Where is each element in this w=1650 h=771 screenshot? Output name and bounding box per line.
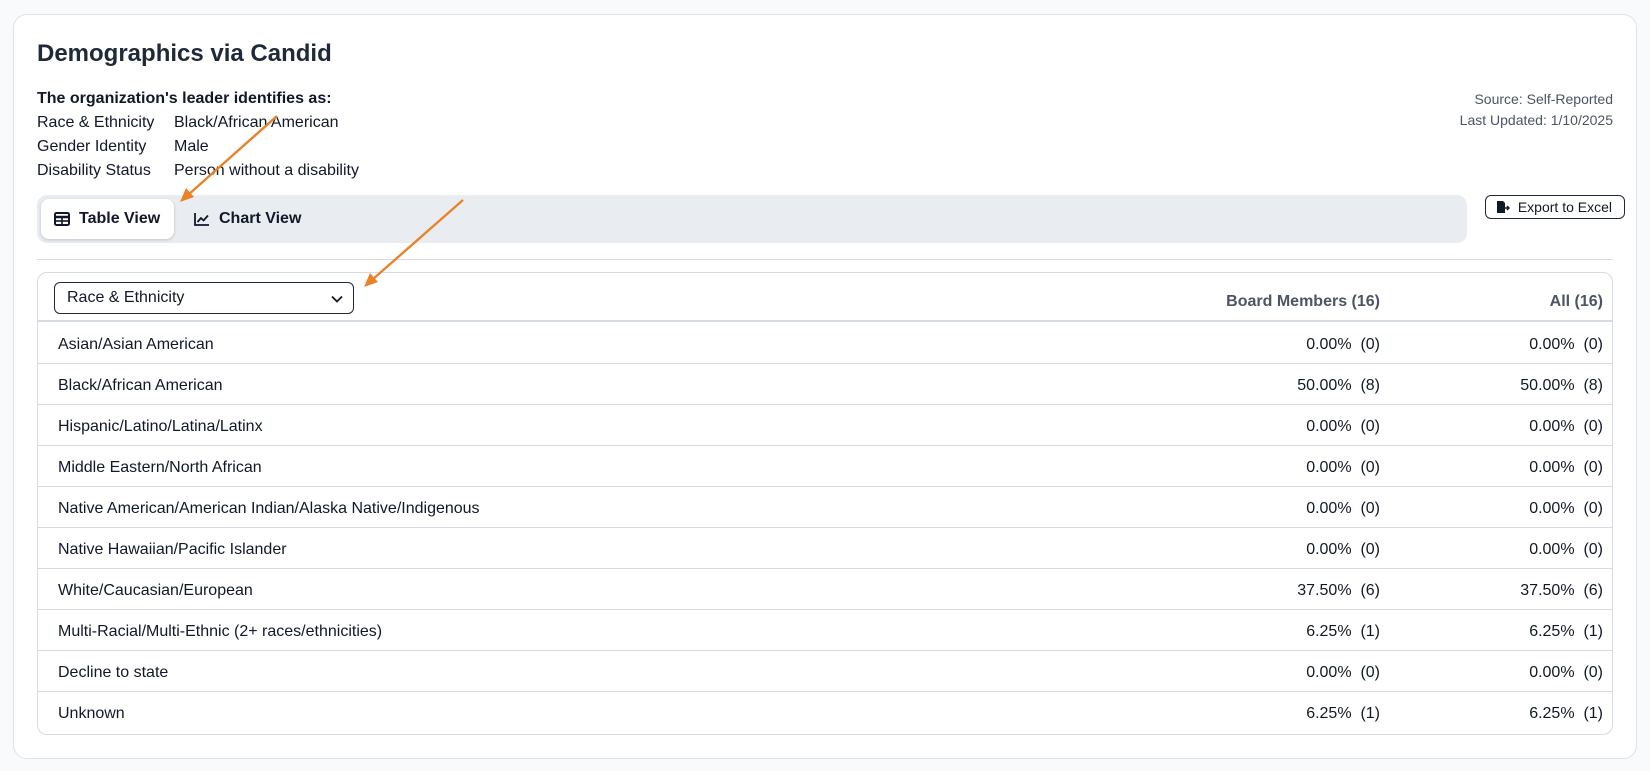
leader-heading: The organization's leader identifies as:: [37, 90, 332, 107]
tab-chart-view[interactable]: Chart View: [181, 199, 314, 239]
all-value: 0.00% (0): [1529, 459, 1603, 476]
all-value: 0.00% (0): [1529, 541, 1603, 558]
table-body: Asian/Asian American 0.00% (0) 0.00% (0)…: [38, 323, 1612, 733]
table-icon: [54, 212, 70, 226]
row-label: Asian/Asian American: [58, 336, 214, 353]
leader-disability-label: Disability Status: [37, 162, 151, 179]
all-value: 6.25% (1): [1529, 623, 1603, 640]
table-row: Hispanic/Latino/Latina/Latinx 0.00% (0) …: [38, 405, 1612, 446]
tab-chart-label: Chart View: [219, 210, 302, 227]
leader-race-label: Race & Ethnicity: [37, 114, 155, 131]
file-export-icon: [1496, 201, 1510, 213]
table-row: Native Hawaiian/Pacific Islander 0.00% (…: [38, 528, 1612, 569]
all-value: 0.00% (0): [1529, 664, 1603, 681]
leader-disability-value: Person without a disability: [174, 162, 359, 179]
board-members-value: 0.00% (0): [1306, 541, 1380, 558]
export-label: Export to Excel: [1517, 199, 1612, 215]
table-row: Unknown 6.25% (1) 6.25% (1): [38, 692, 1612, 733]
table-row: White/Caucasian/European 37.50% (6) 37.5…: [38, 569, 1612, 610]
all-value: 50.00% (8): [1520, 377, 1603, 394]
board-members-value: 50.00% (8): [1297, 377, 1380, 394]
export-to-excel-button[interactable]: Export to Excel: [1484, 195, 1625, 219]
all-value: 6.25% (1): [1529, 705, 1603, 722]
source-info: Source: Self-Reported Last Updated: 1/10…: [1460, 89, 1613, 131]
table-row: Asian/Asian American 0.00% (0) 0.00% (0): [38, 323, 1612, 364]
table-row: Multi-Racial/Multi-Ethnic (2+ races/ethn…: [38, 610, 1612, 651]
leader-disability-row: Disability Status Person without a disab…: [37, 162, 359, 180]
row-label: Native Hawaiian/Pacific Islander: [58, 541, 287, 558]
board-members-value: 0.00% (0): [1306, 664, 1380, 681]
board-members-value: 6.25% (1): [1306, 623, 1380, 640]
section-divider: [37, 259, 1613, 260]
table-row: Black/African American 50.00% (8) 50.00%…: [38, 364, 1612, 405]
category-select-value: Race & Ethnicity: [67, 289, 185, 306]
leader-race-row: Race & Ethnicity Black/African American: [37, 114, 339, 132]
row-label: Black/African American: [58, 377, 223, 394]
row-label: Unknown: [58, 705, 125, 722]
leader-race-value: Black/African American: [174, 114, 339, 131]
all-value: 0.00% (0): [1529, 500, 1603, 517]
tab-table-view[interactable]: Table View: [41, 199, 174, 239]
column-header-board-members: Board Members (16): [1226, 293, 1380, 310]
board-members-value: 0.00% (0): [1306, 500, 1380, 517]
page-title: Demographics via Candid: [37, 40, 332, 67]
leader-gender-row: Gender Identity Male: [37, 138, 209, 156]
leader-gender-label: Gender Identity: [37, 138, 147, 155]
row-label: Native American/American Indian/Alaska N…: [58, 500, 480, 517]
row-label: Hispanic/Latino/Latina/Latinx: [58, 418, 263, 435]
all-value: 0.00% (0): [1529, 418, 1603, 435]
column-header-all: All (16): [1549, 293, 1603, 310]
row-label: White/Caucasian/European: [58, 582, 253, 599]
last-updated-text: Last Updated: 1/10/2025: [1459, 112, 1613, 128]
category-select[interactable]: Race & Ethnicity: [54, 282, 354, 314]
leader-gender-value: Male: [174, 138, 209, 155]
view-tabs: Table View Chart View: [37, 195, 1467, 243]
chevron-down-icon: [331, 295, 343, 303]
board-members-value: 6.25% (1): [1306, 705, 1380, 722]
row-label: Middle Eastern/North African: [58, 459, 262, 476]
all-value: 37.50% (6): [1520, 582, 1603, 599]
source-text: Source: Self-Reported: [1474, 91, 1613, 107]
board-members-value: 37.50% (6): [1297, 582, 1380, 599]
row-label: Multi-Racial/Multi-Ethnic (2+ races/ethn…: [58, 623, 383, 640]
table-row: Decline to state 0.00% (0) 0.00% (0): [38, 651, 1612, 692]
row-label: Decline to state: [58, 664, 169, 681]
board-members-value: 0.00% (0): [1306, 336, 1380, 353]
table-header: Race & Ethnicity Board Members (16) All …: [38, 273, 1612, 322]
line-chart-icon: [194, 213, 209, 226]
tab-table-label: Table View: [79, 210, 161, 227]
table-row: Native American/American Indian/Alaska N…: [38, 487, 1612, 528]
board-members-value: 0.00% (0): [1306, 418, 1380, 435]
board-members-value: 0.00% (0): [1306, 459, 1380, 476]
all-value: 0.00% (0): [1529, 336, 1603, 353]
table-row: Middle Eastern/North African 0.00% (0) 0…: [38, 446, 1612, 487]
demographics-table: Race & Ethnicity Board Members (16) All …: [37, 272, 1613, 735]
